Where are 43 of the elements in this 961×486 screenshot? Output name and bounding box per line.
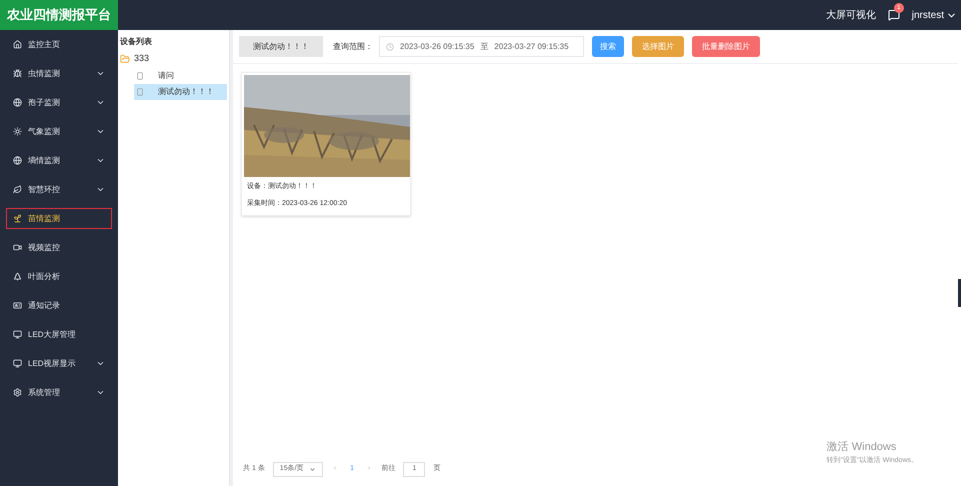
sidebar-item[interactable]: 智慧环控 (6, 179, 112, 200)
tree-item[interactable]: 333 (120, 52, 227, 66)
range-label: 查询范围： (333, 40, 373, 52)
sidebar-item[interactable]: 气象监测 (6, 121, 112, 142)
settings-icon (13, 388, 22, 397)
monitor-icon (13, 359, 22, 368)
tree-item[interactable]: 请问 (134, 68, 227, 84)
sidebar-item[interactable]: 苗情监测 (6, 208, 112, 229)
sidebar-item[interactable]: 监控主页 (6, 34, 112, 55)
user-menu[interactable]: jnrstest (912, 8, 957, 22)
sun-icon (13, 127, 22, 136)
globe-icon (13, 98, 22, 107)
video-icon (13, 243, 22, 252)
sidebar-item[interactable]: 孢子监测 (6, 92, 112, 113)
date-range-field[interactable]: 2023-03-26 09:15:35 至 2023-03-27 09:15:35 (379, 36, 584, 57)
monitor-icon (13, 330, 22, 339)
clock-icon (386, 42, 394, 50)
card-icon (13, 301, 22, 310)
message-icon[interactable] (888, 9, 900, 21)
sidebar-item[interactable]: 通知记录 (6, 295, 112, 316)
activation-title: 激活 Windows (826, 440, 898, 455)
device-icon (136, 72, 144, 80)
logo: 农业四情测报平台 (0, 0, 118, 30)
sidebar-item[interactable]: 墒情监测 (6, 150, 112, 171)
folder-icon (120, 54, 130, 64)
panel-title: 设备列表 (120, 36, 153, 48)
sidebar-item[interactable]: 视频监控 (6, 237, 112, 258)
tree-icon (13, 272, 22, 281)
bug-icon (13, 69, 22, 78)
device-icon (136, 88, 144, 96)
home-icon (13, 40, 22, 49)
sidebar-item[interactable]: 叶面分析 (6, 266, 112, 287)
leaf-icon (13, 185, 22, 194)
big-screen-link[interactable]: 大屏可视化 (826, 8, 876, 22)
sidebar-item[interactable]: LED大屏管理 (6, 324, 112, 345)
sidebar-item[interactable]: LED视屏显示 (6, 353, 112, 374)
tree-item[interactable]: 测试勿动！！！ (134, 84, 227, 100)
sidebar-item[interactable]: 系统管理 (6, 382, 112, 403)
device-label: 测试勿动！！！ (239, 36, 323, 57)
sprout-icon (13, 214, 22, 223)
sidebar-item[interactable]: 虫情监测 (6, 63, 112, 84)
chevron-icon (308, 466, 316, 472)
globe-icon (13, 156, 22, 165)
